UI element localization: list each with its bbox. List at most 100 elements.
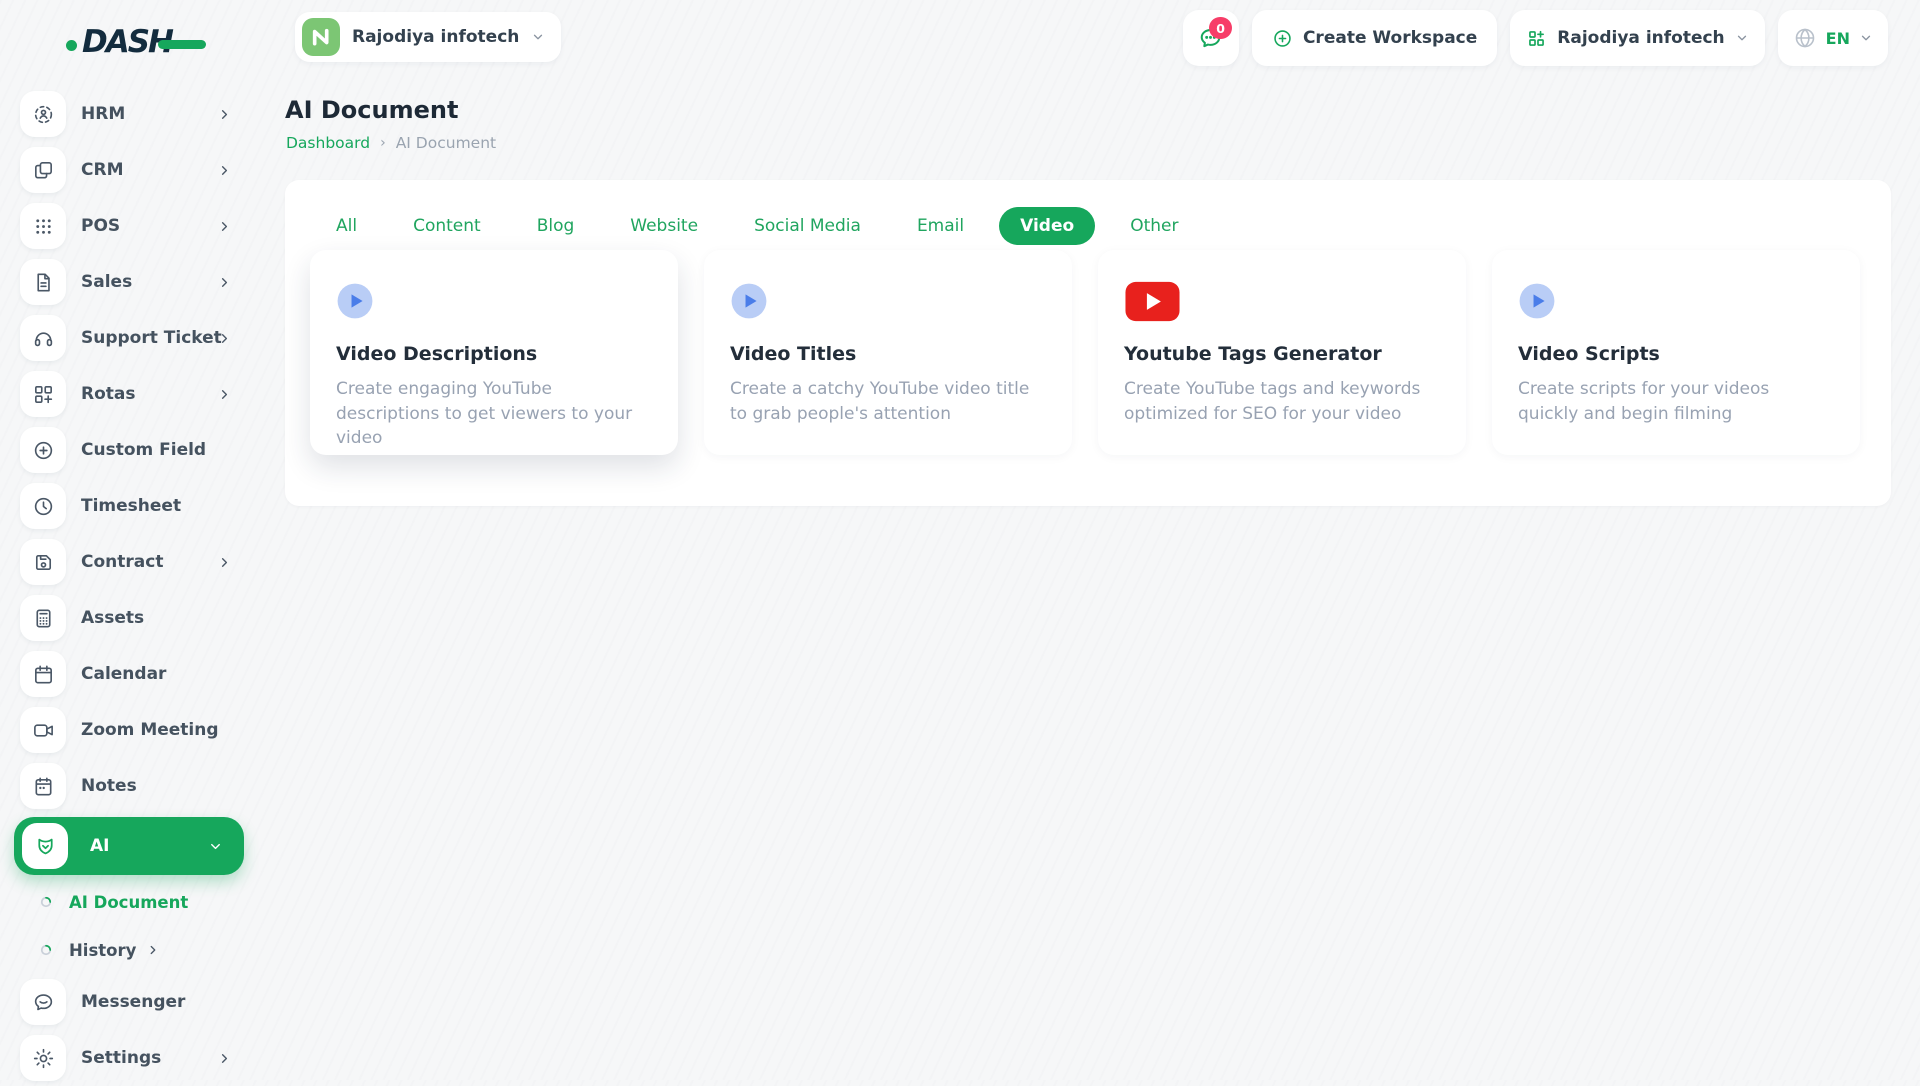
tab-email[interactable]: Email [896, 207, 985, 245]
messenger-icon [20, 979, 66, 1025]
play-circle-icon [1518, 280, 1834, 322]
zoom-meeting-icon [20, 707, 66, 753]
grid-plus-icon [1526, 28, 1547, 49]
sidebar: HRM CRM POS Sales Support Ticket Rotas Custom … [0, 86, 258, 1086]
youtube-icon [1124, 280, 1440, 322]
hrm-icon [20, 91, 66, 137]
account-menu[interactable]: Rajodiya infotech [1510, 10, 1765, 66]
progress-dot-icon [40, 896, 52, 908]
messages-count-badge: 0 [1209, 17, 1232, 39]
sidebar-item-label: HRM [81, 104, 126, 124]
sidebar-item-pos[interactable]: POS [0, 198, 258, 254]
sidebar-item-rotas[interactable]: Rotas [0, 366, 258, 422]
sidebar-item-label: Sales [81, 272, 133, 292]
sidebar-item-label: Messenger [81, 992, 186, 1012]
logo-bar [158, 39, 206, 49]
tab-other[interactable]: Other [1109, 207, 1199, 245]
sidebar-item-crm[interactable]: CRM [0, 142, 258, 198]
sidebar-item-support-ticket[interactable]: Support Ticket [0, 310, 258, 366]
logo-dot [66, 39, 77, 51]
sidebar-item-zoom-meeting[interactable]: Zoom Meeting [0, 702, 258, 758]
account-menu-label: Rajodiya infotech [1557, 28, 1725, 48]
sidebar-item-assets[interactable]: Assets [0, 590, 258, 646]
sidebar-item-sales[interactable]: Sales [0, 254, 258, 310]
sidebar-item-label: Notes [81, 776, 137, 796]
create-workspace-label: Create Workspace [1302, 28, 1478, 48]
breadcrumb: Dashboard › AI Document [286, 134, 496, 152]
breadcrumb-dashboard-link[interactable]: Dashboard [286, 134, 370, 152]
tab-all[interactable]: All [315, 207, 378, 245]
tab-content[interactable]: Content [392, 207, 502, 245]
workspace-switcher[interactable]: Rajodiya infotech [295, 12, 562, 62]
sidebar-item-contract[interactable]: Contract [0, 534, 258, 590]
card-description: Create YouTube tags and keywords optimiz… [1124, 379, 1421, 424]
sidebar-subitem-ai-document[interactable]: AI Document [0, 878, 258, 926]
workspace-switcher-label: Rajodiya infotech [352, 27, 520, 47]
page-title: AI Document [285, 96, 459, 124]
calendar-icon [20, 651, 66, 697]
sidebar-item-label: Assets [81, 608, 145, 628]
template-card-video-scripts[interactable]: Video Scripts Create scripts for your vid… [1492, 250, 1860, 455]
play-circle-icon [336, 280, 652, 322]
card-description: Create a catchy YouTube video title to g… [730, 379, 1030, 424]
workspace-logo-icon [302, 18, 340, 56]
chevron-down-icon [1859, 31, 1873, 45]
sidebar-item-label: Settings [81, 1048, 162, 1068]
chevron-right-icon [217, 387, 232, 402]
sidebar-item-messenger[interactable]: Messenger [0, 974, 258, 1030]
sidebar-item-label: Support Ticket [81, 328, 222, 348]
sidebar-item-label: Rotas [81, 384, 136, 404]
card-title: Youtube Tags Generator [1124, 343, 1382, 365]
ai-document-panel: All Content Blog Website Social Media Email Vi… [285, 180, 1891, 506]
assets-icon [20, 595, 66, 641]
template-card-video-titles[interactable]: Video Titles Create a catchy YouTube vide… [704, 250, 1072, 455]
progress-dot-icon [40, 944, 52, 956]
tab-video[interactable]: Video [999, 207, 1096, 245]
messages-button[interactable]: 0 [1182, 10, 1239, 66]
sales-icon [20, 259, 66, 305]
sidebar-item-calendar[interactable]: Calendar [0, 646, 258, 702]
crm-icon [20, 147, 66, 193]
create-workspace-button[interactable]: Create Workspace [1251, 10, 1498, 66]
sidebar-item-settings[interactable]: Settings [0, 1030, 258, 1086]
globe-icon [1793, 26, 1817, 50]
sidebar-item-label: Zoom Meeting [81, 720, 219, 740]
card-description: Create scripts for your videos quickly a… [1518, 379, 1770, 424]
app-logo[interactable]: DASH [66, 24, 206, 60]
tab-blog[interactable]: Blog [516, 207, 596, 245]
sidebar-item-label: CRM [81, 160, 124, 180]
sidebar-subitem-label: AI Document [69, 892, 189, 912]
ai-icon [22, 823, 68, 869]
sidebar-item-ai[interactable]: AI [14, 817, 244, 875]
tab-website[interactable]: Website [609, 207, 719, 245]
sidebar-item-custom-field[interactable]: Custom Field [0, 422, 258, 478]
plus-circle-icon [1272, 28, 1293, 49]
chevron-right-icon [217, 107, 232, 122]
card-title: Video Scripts [1518, 343, 1660, 365]
tab-social-media[interactable]: Social Media [733, 207, 882, 245]
sidebar-subitem-history[interactable]: History [0, 926, 258, 974]
breadcrumb-current: AI Document [395, 134, 497, 152]
chevron-down-icon [531, 30, 545, 44]
template-card-video-descriptions[interactable]: Video Descriptions Create engaging YouTub… [310, 250, 678, 455]
sidebar-item-label: AI [90, 836, 110, 856]
sidebar-item-hrm[interactable]: HRM [0, 86, 258, 142]
chevron-right-icon [217, 219, 232, 234]
language-selector[interactable]: EN [1777, 10, 1888, 66]
support-ticket-icon [20, 315, 66, 361]
chevron-right-icon [217, 163, 232, 178]
chevron-right-icon [146, 943, 160, 957]
sidebar-item-label: Contract [81, 552, 164, 572]
sidebar-subitem-label: History [69, 940, 137, 960]
card-title: Video Titles [730, 343, 857, 365]
sidebar-item-label: POS [81, 216, 121, 236]
template-card-youtube-tags-generator[interactable]: Youtube Tags Generator Create YouTube tag… [1098, 250, 1466, 455]
sidebar-item-timesheet[interactable]: Timesheet [0, 478, 258, 534]
app-root: { "brand": { "logo_text": "DASH" }, "hea… [0, 0, 1920, 1081]
sidebar-item-notes[interactable]: Notes [0, 758, 258, 814]
rotas-icon [20, 371, 66, 417]
topbar-actions: 0 Create Workspace Rajodiya infotech EN [1182, 10, 1888, 66]
play-circle-icon [730, 280, 1046, 322]
language-label: EN [1825, 28, 1850, 48]
card-title: Video Descriptions [336, 343, 538, 365]
